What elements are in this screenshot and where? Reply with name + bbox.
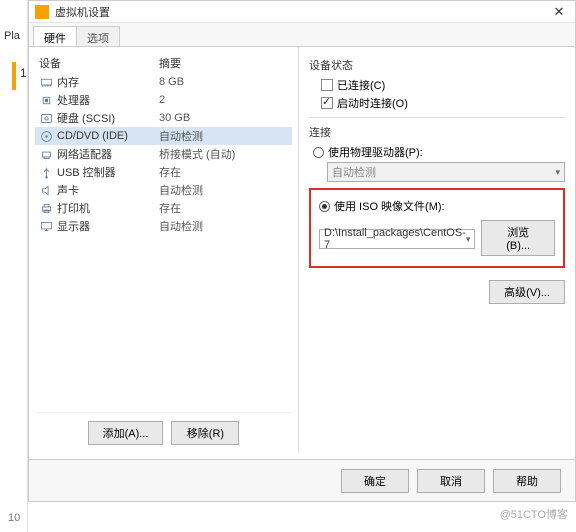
cpu-icon <box>39 93 53 107</box>
tab-bar: 硬件 选项 <box>29 23 575 47</box>
device-summary: 自动检测 <box>159 218 203 234</box>
device-summary: 桥接模式 (自动) <box>159 146 235 162</box>
chevron-down-icon[interactable]: ▾ <box>466 234 471 245</box>
device-name: 网络适配器 <box>57 146 159 162</box>
net-icon <box>39 147 53 161</box>
app-icon <box>35 5 49 19</box>
device-status-label: 设备状态 <box>309 57 565 73</box>
tab-hardware[interactable]: 硬件 <box>33 26 77 46</box>
device-summary: 自动检测 <box>159 128 203 144</box>
hardware-list[interactable]: 内存8 GB处理器2硬盘 (SCSI)30 GBCD/DVD (IDE)自动检测… <box>35 73 292 412</box>
sound-icon <box>39 183 53 197</box>
disk-icon <box>39 111 53 125</box>
device-name: 硬盘 (SCSI) <box>57 110 159 126</box>
hardware-pane: 设备 摘要 内存8 GB处理器2硬盘 (SCSI)30 GBCD/DVD (ID… <box>29 47 299 453</box>
connection-label: 连接 <box>309 124 565 140</box>
hardware-row[interactable]: 打印机存在 <box>35 199 292 217</box>
background-num: 1 <box>20 66 27 80</box>
iso-highlight-box: 使用 ISO 映像文件(M): D:\Install_packages\Cent… <box>309 188 565 268</box>
printer-icon <box>39 201 53 215</box>
hardware-row[interactable]: 显示器自动检测 <box>35 217 292 235</box>
device-name: 声卡 <box>57 182 159 198</box>
hardware-row[interactable]: 声卡自动检测 <box>35 181 292 199</box>
physical-drive-value: 自动检测 <box>332 164 376 180</box>
add-hardware-button[interactable]: 添加(A)... <box>88 421 164 445</box>
device-detail-pane: 设备状态 已连接(C) 启动时连接(O) 连接 使用物理驱动器(P): 自动检测… <box>299 47 575 453</box>
iso-path-combo[interactable]: D:\Install_packages\CentOS-7 ▾ <box>319 229 475 249</box>
connected-checkbox[interactable] <box>321 79 333 91</box>
device-summary: 2 <box>159 94 165 106</box>
device-name: 处理器 <box>57 92 159 108</box>
use-iso-label: 使用 ISO 映像文件(M): <box>334 198 445 214</box>
hardware-row[interactable]: USB 控制器存在 <box>35 163 292 181</box>
device-name: 内存 <box>57 74 159 90</box>
connect-poweron-label: 启动时连接(O) <box>337 95 408 111</box>
cd-icon <box>39 129 53 143</box>
ok-button[interactable]: 确定 <box>341 469 409 493</box>
connect-poweron-checkbox[interactable] <box>321 97 333 109</box>
help-button[interactable]: 帮助 <box>493 469 561 493</box>
physical-drive-combo: 自动检测 ▾ <box>327 162 565 182</box>
hardware-row[interactable]: 网络适配器桥接模式 (自动) <box>35 145 292 163</box>
device-summary: 自动检测 <box>159 182 203 198</box>
background-number: 10 <box>8 512 20 524</box>
device-name: 显示器 <box>57 218 159 234</box>
hardware-row[interactable]: CD/DVD (IDE)自动检测 <box>35 127 292 145</box>
col-summary: 摘要 <box>159 55 181 71</box>
cancel-button[interactable]: 取消 <box>417 469 485 493</box>
dialog-title: 虚拟机设置 <box>55 4 549 20</box>
iso-path-value: D:\Install_packages\CentOS-7 <box>324 227 466 251</box>
background-app-label: Pla <box>4 30 20 42</box>
background-accent <box>12 62 16 90</box>
watermark: @51CTO博客 <box>500 506 568 522</box>
device-summary: 8 GB <box>159 76 184 88</box>
use-iso-radio[interactable] <box>319 201 330 212</box>
device-summary: 存在 <box>159 200 181 216</box>
dialog-footer: 确定 取消 帮助 <box>29 459 575 501</box>
close-button[interactable]: ✕ <box>549 4 569 20</box>
remove-hardware-button[interactable]: 移除(R) <box>171 421 239 445</box>
device-summary: 存在 <box>159 164 181 180</box>
hardware-row[interactable]: 处理器2 <box>35 91 292 109</box>
browse-button[interactable]: 浏览(B)... <box>481 220 555 256</box>
vm-settings-dialog: 虚拟机设置 ✕ 硬件 选项 设备 摘要 内存8 GB处理器2硬盘 (SCSI)3… <box>28 0 576 502</box>
device-summary: 30 GB <box>159 112 190 124</box>
hardware-row[interactable]: 硬盘 (SCSI)30 GB <box>35 109 292 127</box>
col-device: 设备 <box>39 55 159 71</box>
usb-icon <box>39 165 53 179</box>
tab-options[interactable]: 选项 <box>76 26 120 46</box>
connected-label: 已连接(C) <box>337 77 385 93</box>
advanced-button[interactable]: 高级(V)... <box>489 280 565 304</box>
hardware-row[interactable]: 内存8 GB <box>35 73 292 91</box>
chevron-down-icon: ▾ <box>555 167 560 178</box>
device-name: 打印机 <box>57 200 159 216</box>
device-name: CD/DVD (IDE) <box>57 130 159 142</box>
titlebar: 虚拟机设置 ✕ <box>29 1 575 23</box>
device-name: USB 控制器 <box>57 164 159 180</box>
display-icon <box>39 219 53 233</box>
use-physical-radio[interactable] <box>313 147 324 158</box>
memory-icon <box>39 75 53 89</box>
use-physical-label: 使用物理驱动器(P): <box>328 144 423 160</box>
